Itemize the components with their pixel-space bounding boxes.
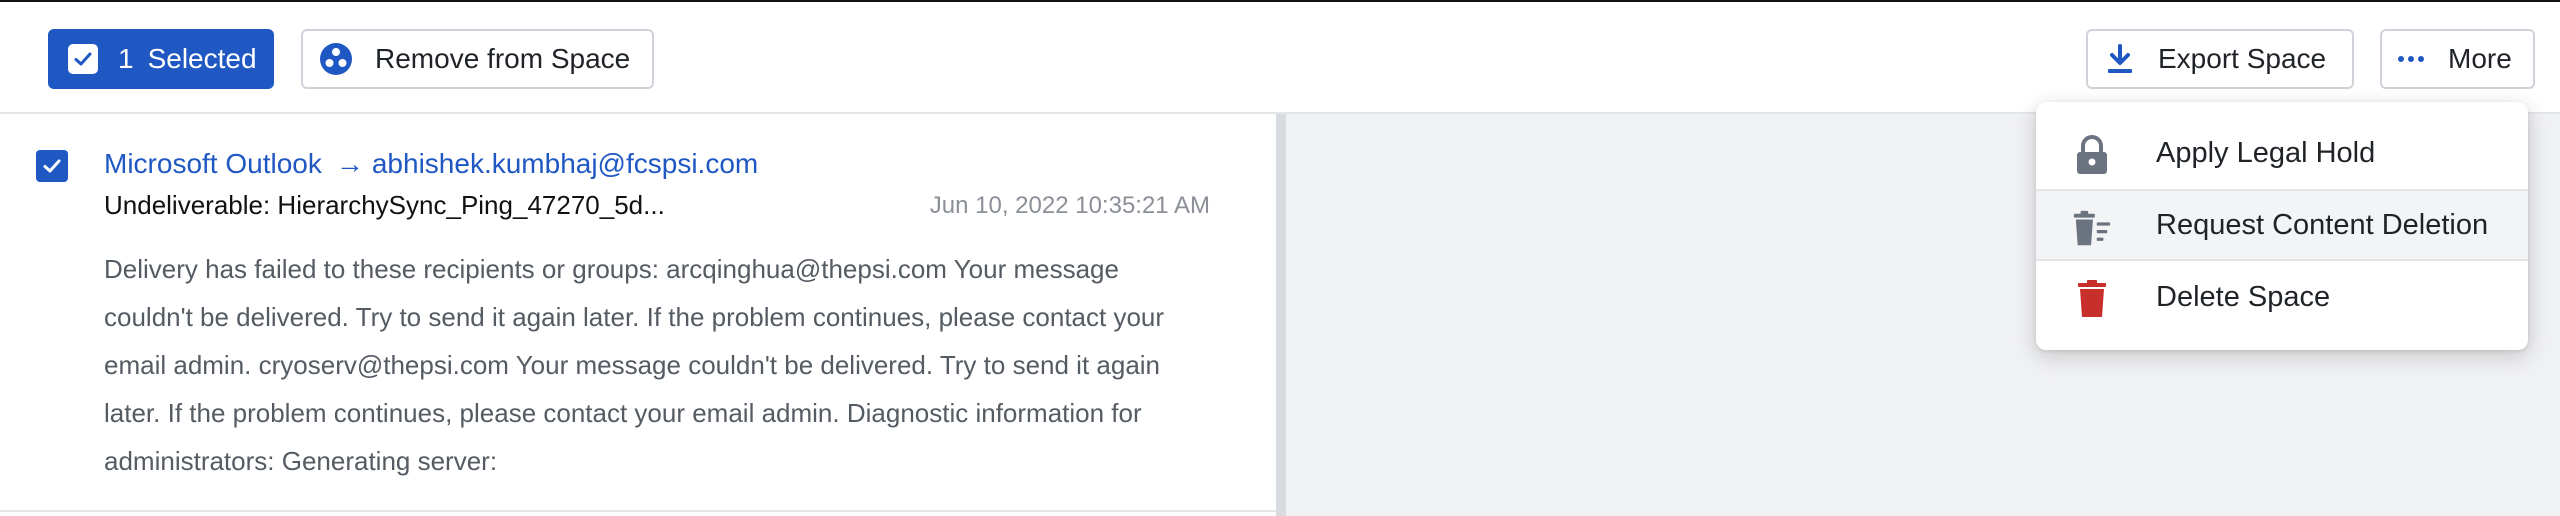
row-divider xyxy=(0,510,1276,512)
export-space-label: Export Space xyxy=(2158,43,2327,74)
row-checkbox[interactable] xyxy=(36,150,68,182)
panel-splitter[interactable] xyxy=(1276,114,1286,516)
download-icon xyxy=(2106,44,2134,74)
message-preview: Delivery has failed to these recipients … xyxy=(104,254,1165,476)
space-icon xyxy=(319,42,353,76)
remove-from-space-label: Remove from Space xyxy=(375,43,631,74)
menu-item-label: Request Content Deletion xyxy=(2156,208,2489,241)
checkmark-icon xyxy=(43,159,61,173)
toolbar: 1 Selected Remove from Space Export Spac… xyxy=(0,2,2560,114)
message-source-line[interactable]: Microsoft Outlook → abhishek.kumbhaj@fcsps… xyxy=(104,148,758,180)
checkbox-checked-icon xyxy=(68,44,98,74)
menu-item-request-content-deletion[interactable]: Request Content Deletion xyxy=(2036,189,2528,261)
menu-item-label: Delete Space xyxy=(2156,280,2331,313)
message-source: Microsoft Outlook xyxy=(104,148,322,179)
selected-count: 1 xyxy=(118,43,134,74)
lock-icon xyxy=(2072,135,2112,175)
more-dots-icon xyxy=(2398,55,2424,63)
message-subject[interactable]: Undeliverable: HierarchySync_Ping_47270_… xyxy=(104,190,665,221)
more-button[interactable]: More xyxy=(2380,29,2535,89)
trash-icon xyxy=(2072,279,2112,319)
more-dropdown-menu: Apply Legal Hold Request Content Deletio… xyxy=(2036,102,2528,350)
menu-item-apply-legal-hold[interactable]: Apply Legal Hold xyxy=(2036,117,2528,189)
export-space-button[interactable]: Export Space xyxy=(2086,29,2354,89)
selected-count-button[interactable]: 1 Selected xyxy=(48,29,274,89)
arrow-right-icon: → xyxy=(335,148,364,179)
menu-item-delete-space[interactable]: Delete Space xyxy=(2036,261,2528,333)
menu-item-label: Apply Legal Hold xyxy=(2156,136,2376,169)
message-recipient[interactable]: abhishek.kumbhaj@fcspsi.com xyxy=(372,148,758,179)
message-timestamp: Jun 10, 2022 10:35:21 AM xyxy=(929,192,1210,219)
more-label: More xyxy=(2448,43,2512,74)
selected-label: Selected xyxy=(147,43,257,74)
remove-from-space-button[interactable]: Remove from Space xyxy=(301,29,654,89)
trash-list-icon xyxy=(2072,209,2112,249)
